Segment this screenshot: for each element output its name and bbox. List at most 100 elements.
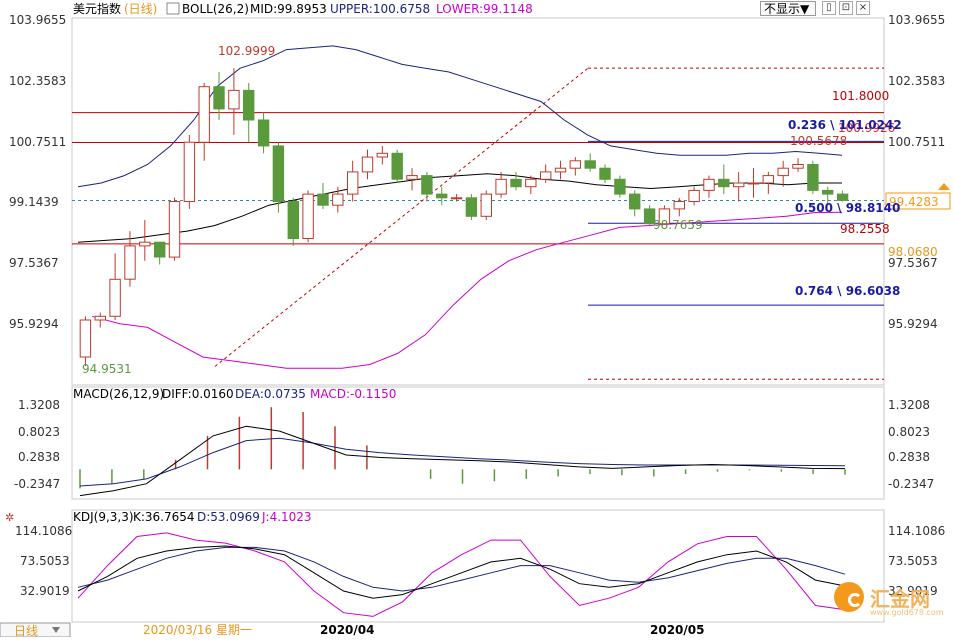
macd-value-label: MACD:-0.1150 (310, 387, 396, 401)
close-icon[interactable]: × (856, 1, 870, 15)
kdj-k-line (77, 545, 846, 599)
macd-series (79, 407, 846, 497)
candle-up (332, 193, 344, 206)
fib-0236-label: 0.236 \ 101.0242 (788, 118, 902, 132)
resistance-label: 101.8000 (832, 89, 889, 103)
logo-url: www.gold678.com (870, 608, 944, 617)
symbol-title: 美元指数 (73, 1, 121, 16)
chart-canvas[interactable]: 美元指数 (日线) BOLL(26,2) MID:99.8953 UPPER:1… (0, 0, 954, 638)
price-tick-right: 95.9294 (888, 317, 938, 331)
macd-tick: 0.8023 (18, 425, 60, 439)
price-tick: 97.5367 (9, 256, 59, 270)
candle-up (747, 182, 760, 185)
macd-dea-label: DEA:0.0735 (235, 387, 306, 401)
period-label: (日线) (124, 2, 157, 16)
window-buttons: ▯ ⊡ × (822, 1, 870, 15)
fib-0500-label: 0.500 \ 98.8140 (795, 201, 900, 215)
candle-down (836, 193, 849, 201)
candle-down (599, 167, 611, 180)
candle-down (213, 86, 225, 110)
date-cursor: 2020/03/16 星期一 (143, 623, 252, 637)
period-tab-label: 日线 (14, 624, 38, 637)
candle-up (361, 156, 374, 173)
kdj-tick: 114.1086 (15, 524, 72, 538)
candle-up (376, 152, 389, 158)
logo-icon (834, 582, 864, 612)
price-tick-right: 100.7511 (888, 135, 945, 149)
candle-down (614, 178, 626, 195)
price-tick: 100.7511 (9, 135, 66, 149)
macd-label: MACD(26,12,9) (73, 387, 164, 401)
macd-tick-right: -0.2347 (888, 477, 934, 491)
candle-down (391, 152, 403, 180)
price-tick: 99.1439 (9, 195, 59, 209)
kdj-tick-right: 73.5053 (888, 554, 938, 568)
candle-up (168, 201, 181, 258)
restore-icon[interactable]: ⊡ (839, 1, 853, 15)
fib-0764-label: 0.764 \ 96.6038 (795, 284, 900, 298)
candle-up (554, 167, 567, 173)
candle-down (807, 164, 819, 191)
swing-low-annotation: 98.7659 (653, 218, 703, 232)
candle-up (703, 178, 715, 191)
low-annotation: 94.9531 (82, 362, 132, 376)
kdj-d-label: D:53.0969 (197, 510, 260, 524)
kdj-tick-right: 114.1086 (888, 524, 945, 538)
candle-up (480, 193, 493, 217)
recent-high-annotation: 100.5678 (790, 134, 847, 148)
price-tick-right: 103.9655 (888, 13, 945, 27)
candle-up (792, 164, 804, 169)
candle-up (347, 171, 359, 195)
candle-up (124, 245, 136, 280)
kdj-tick: 73.5053 (20, 554, 70, 568)
month-label: 2020/04 (320, 623, 374, 637)
watermark-logo: 汇金网 www.gold678.com (828, 578, 952, 622)
candle-down (436, 193, 448, 199)
support-label: 98.2558 (840, 222, 890, 236)
candle-down (287, 201, 300, 239)
boll-upper-label: UPPER:100.6758 (330, 2, 430, 16)
candle-up (495, 178, 507, 195)
macd-tick: 1.3208 (18, 398, 60, 412)
high-annotation: 102.9999 (218, 44, 275, 58)
candle-up (139, 241, 151, 247)
candle-up (183, 141, 196, 202)
boll-lower-label: LOWER:99.1148 (436, 2, 533, 16)
candle-up (525, 178, 537, 188)
candle-up (228, 89, 240, 110)
candle-down (465, 197, 478, 217)
candle-up (198, 86, 210, 143)
pin-icon[interactable]: ▯ (822, 1, 836, 15)
candle-up (762, 175, 774, 184)
kdj-label: KDJ(9,3,3) (73, 510, 134, 524)
candle-up (109, 278, 121, 317)
kdj-tick: 32.9019 (20, 584, 70, 598)
macd-tick-right: 0.2838 (888, 450, 930, 464)
price-tick: 103.9655 (9, 13, 66, 27)
candle-down (421, 175, 433, 195)
candle-down (257, 119, 270, 147)
candle-down (584, 160, 596, 169)
candle-down (510, 178, 522, 188)
candle-down (154, 241, 166, 258)
boll-mid-label: MID:99.8953 (250, 2, 327, 16)
candle-down (272, 145, 285, 202)
candle-up (94, 315, 106, 321)
candle-up (733, 182, 745, 188)
display-dropdown[interactable]: 不显示▼ (760, 1, 816, 16)
candle-down (317, 193, 329, 206)
month-label: 2020/05 (650, 623, 704, 637)
macd-tick: 0.2838 (18, 450, 60, 464)
candle-up (569, 160, 581, 169)
candle-up (688, 189, 700, 202)
indicator-icon[interactable] (166, 2, 180, 15)
candle-down (718, 178, 730, 188)
chart-window: 美元指数 (日线) BOLL(26,2) MID:99.8953 UPPER:1… (0, 0, 954, 638)
settings-icon[interactable]: ✲ (5, 511, 14, 524)
price-series (72, 45, 884, 380)
boll-label: BOLL(26,2) (182, 2, 249, 16)
candle-down (629, 193, 641, 210)
macd-tick: -0.2347 (14, 477, 60, 491)
candle-up (450, 197, 463, 200)
price-marker-icon (938, 183, 950, 190)
